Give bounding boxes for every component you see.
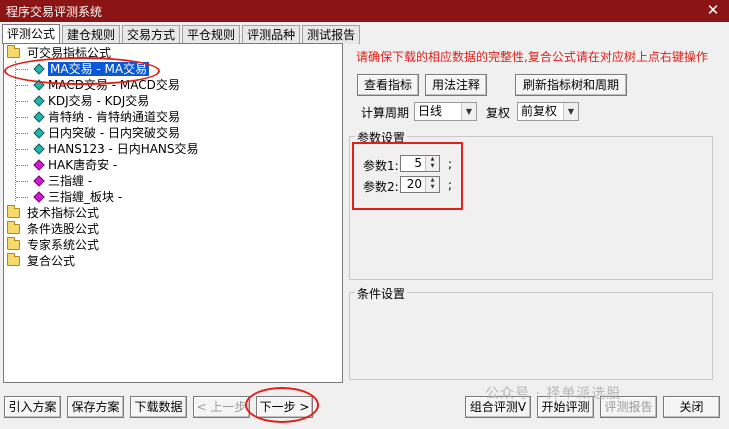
tab-eval-symbols[interactable]: 评测品种 <box>242 25 301 44</box>
formula-icon <box>33 159 45 171</box>
formula-tree[interactable]: 可交易指标公式 MA交易 - MA交易 MACD交易 - MACD交易 KDJ交… <box>3 43 343 383</box>
view-indicator-button[interactable]: 查看指标 <box>357 74 419 96</box>
spin-up-icon[interactable]: ▲ <box>426 177 439 184</box>
param2-value: 20 <box>406 177 422 191</box>
tab-open-rules[interactable]: 建仓规则 <box>62 25 121 44</box>
tree-folder-technical[interactable]: 技术指标公式 <box>7 205 99 221</box>
chevron-down-icon: ▼ <box>461 103 476 120</box>
folder-icon <box>7 253 20 266</box>
param1-suffix: ; <box>448 157 453 171</box>
chevron-down-icon: ▼ <box>563 103 578 120</box>
next-step-button[interactable]: 下一步 > <box>256 396 313 418</box>
import-scheme-button[interactable]: 引入方案 <box>4 396 61 418</box>
formula-icon <box>33 127 45 139</box>
param1-spinner[interactable]: 5 ▲ ▼ <box>400 155 440 172</box>
period-label: 计算周期 <box>361 106 410 120</box>
formula-icon <box>33 175 45 187</box>
tree-folder-tradable[interactable]: 可交易指标公式 <box>7 45 111 61</box>
tree-item-intraday-breakout[interactable]: 日内突破 - 日内突破交易 <box>48 125 180 141</box>
tree-item-hans123[interactable]: HANS123 - 日内HANS交易 <box>48 141 199 157</box>
param1-label: 参数1: <box>363 159 399 173</box>
tree-item-three-finger[interactable]: 三指缠 - <box>48 173 92 189</box>
adjust-label: 复权 <box>486 106 511 120</box>
tree-folder-label: 可交易指标公式 <box>27 46 112 60</box>
folder-icon <box>7 237 20 250</box>
tree-item-kdj[interactable]: KDJ交易 - KDJ交易 <box>48 93 149 109</box>
download-data-button[interactable]: 下载数据 <box>130 396 187 418</box>
param-settings-title: 参数设置 <box>355 129 408 146</box>
param1-value: 5 <box>414 156 422 170</box>
usage-notes-button[interactable]: 用法注释 <box>425 74 487 96</box>
tree-item-three-finger-sector[interactable]: 三指缠_板块 - <box>48 189 122 205</box>
formula-icon <box>33 79 45 91</box>
folder-icon <box>7 205 20 218</box>
condition-settings-title: 条件设置 <box>355 285 408 302</box>
formula-icon <box>33 191 45 203</box>
param2-spinner[interactable]: 20 ▲ ▼ <box>400 176 440 193</box>
tab-test-report[interactable]: 测试报告 <box>302 25 361 44</box>
tab-trade-mode[interactable]: 交易方式 <box>122 25 181 44</box>
window-title: 程序交易评测系统 <box>6 5 103 19</box>
spin-down-icon[interactable]: ▼ <box>426 184 439 191</box>
tab-close-rules[interactable]: 平仓规则 <box>182 25 241 44</box>
tree-connector <box>15 61 16 201</box>
tab-bar: 评测公式 建仓规则 交易方式 平仓规则 评测品种 测试报告 <box>2 24 362 44</box>
period-select[interactable]: 日线 ▼ <box>414 102 477 121</box>
param2-suffix: ; <box>448 178 453 192</box>
eval-report-button[interactable]: 评测报告 <box>600 396 657 418</box>
formula-icon <box>33 111 45 123</box>
tree-folder-expert[interactable]: 专家系统公式 <box>7 237 99 253</box>
formula-icon <box>33 63 45 75</box>
tree-item-donchian[interactable]: HAK唐奇安 - <box>48 157 117 173</box>
tree-folder-screening[interactable]: 条件选股公式 <box>7 221 99 237</box>
data-notice: 请确保下载的相应数据的完整性,复合公式请在对应树上点右键操作 <box>356 50 708 64</box>
tree-item-keltner[interactable]: 肯特纳 - 肯特纳通道交易 <box>48 109 180 125</box>
tree-folder-composite[interactable]: 复合公式 <box>7 253 75 269</box>
adjust-select[interactable]: 前复权 ▼ <box>517 102 579 121</box>
spin-up-icon[interactable]: ▲ <box>426 156 439 163</box>
combo-eval-button[interactable]: 组合评测V <box>465 396 531 418</box>
save-scheme-button[interactable]: 保存方案 <box>67 396 124 418</box>
close-button[interactable]: 关闭 <box>663 396 720 418</box>
condition-settings-group <box>349 292 713 380</box>
param2-label: 参数2: <box>363 180 399 194</box>
formula-icon <box>33 95 45 107</box>
prev-step-button[interactable]: < 上一步 <box>193 396 250 418</box>
formula-icon <box>33 143 45 155</box>
tab-eval-formula[interactable]: 评测公式 <box>2 24 61 44</box>
spin-down-icon[interactable]: ▼ <box>426 163 439 170</box>
folder-icon <box>7 221 20 234</box>
folder-icon <box>7 45 20 58</box>
start-eval-button[interactable]: 开始评测 <box>537 396 594 418</box>
close-icon[interactable]: ✕ <box>705 1 721 19</box>
refresh-tree-button[interactable]: 刷新指标树和周期 <box>515 74 627 96</box>
tree-item-ma[interactable]: MA交易 - MA交易 <box>48 61 150 77</box>
tree-item-macd[interactable]: MACD交易 - MACD交易 <box>48 77 180 93</box>
title-bar: 程序交易评测系统 ✕ <box>0 0 729 22</box>
